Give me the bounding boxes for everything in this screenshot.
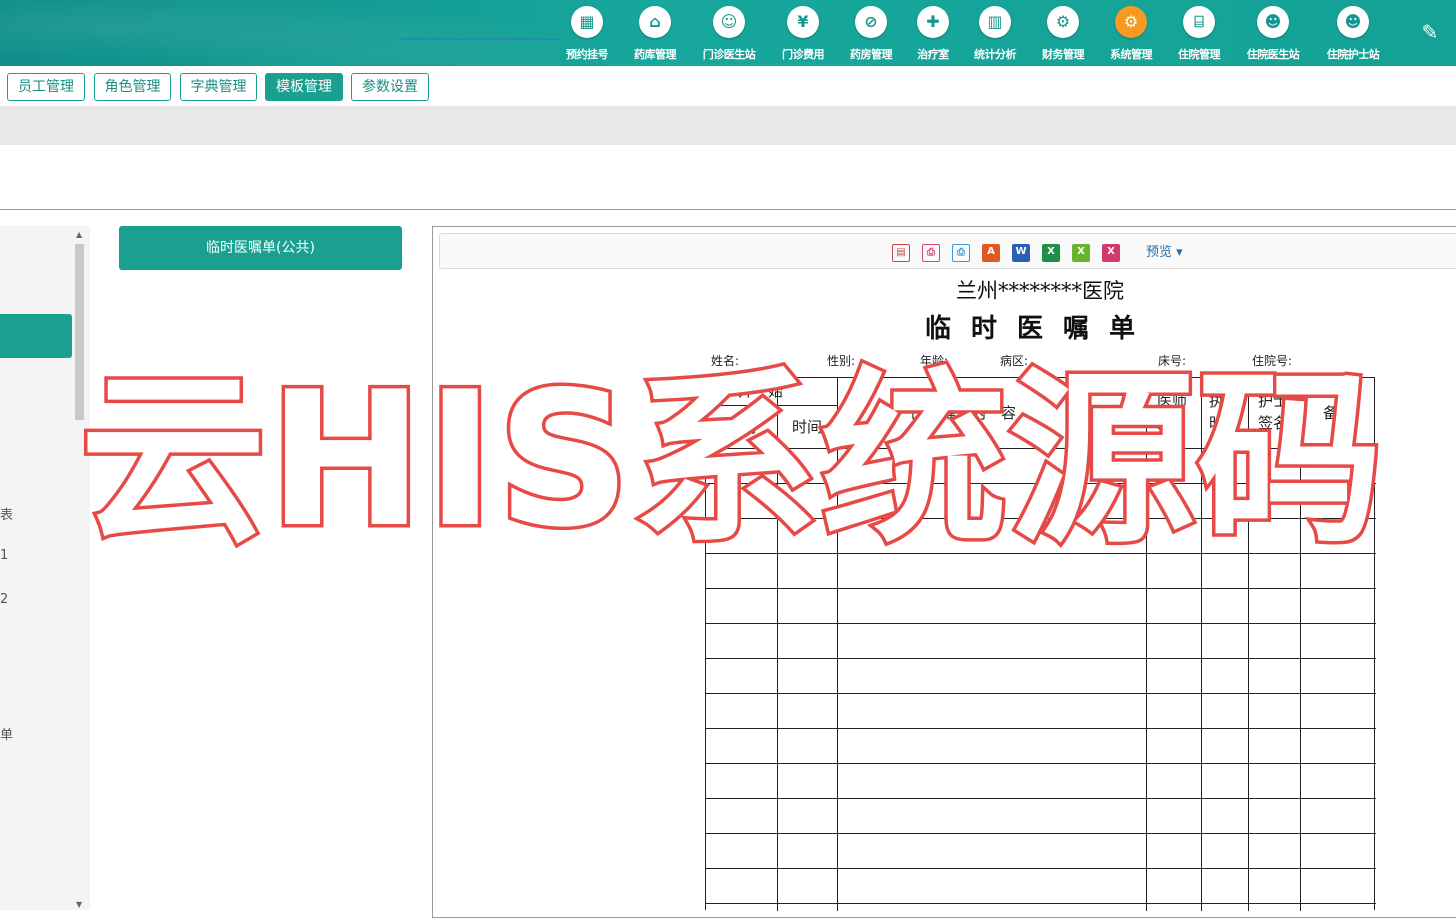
nav-item-inpatient[interactable]: ⌸ 住院管理 bbox=[1164, 6, 1234, 62]
excel-icon[interactable]: X bbox=[1042, 244, 1060, 262]
pharmacy-store-icon: ⌂ bbox=[639, 6, 671, 38]
preview-toolbar: ▤ ⎙ ⎙ A W X X X 预览 ▾ bbox=[439, 233, 1456, 269]
chart-icon: ▥ bbox=[979, 6, 1011, 38]
scroll-down-icon[interactable]: ▼ bbox=[76, 900, 82, 909]
print-preview-icon[interactable]: ⎙ bbox=[952, 244, 970, 262]
template-item-temp-order[interactable]: 临时医嘱单(公共) bbox=[119, 226, 402, 270]
header-decoration bbox=[0, 0, 560, 66]
tab-templates[interactable]: 模板管理 bbox=[265, 73, 343, 101]
tab-parameters[interactable]: 参数设置 bbox=[351, 73, 429, 101]
tab-staff[interactable]: 员工管理 bbox=[7, 73, 85, 101]
finance-gear-icon: ⚙ bbox=[1047, 6, 1079, 38]
nav-item-outpatient-fee[interactable]: ¥ 门诊费用 bbox=[768, 6, 838, 62]
scroll-up-icon[interactable]: ▲ bbox=[76, 230, 82, 239]
nav-item-treatment-room[interactable]: ✚ 治疗室 bbox=[898, 6, 968, 62]
nav-item-outpatient-doctor[interactable]: ☺ 门诊医生站 bbox=[694, 6, 764, 62]
pdf-icon[interactable]: A bbox=[982, 244, 1000, 262]
print-icon[interactable]: ⎙ bbox=[922, 244, 940, 262]
table-divider bbox=[706, 588, 1376, 589]
tree-item-fragment[interactable]: 2 bbox=[0, 592, 8, 607]
bed-icon: ⌸ bbox=[1183, 6, 1215, 38]
nav-item-finance[interactable]: ⚙ 财务管理 bbox=[1028, 6, 1098, 62]
nurse-icon: ☻ bbox=[1337, 6, 1369, 38]
tab-dictionary[interactable]: 字典管理 bbox=[180, 73, 257, 101]
header-decoration-line bbox=[400, 38, 560, 40]
nav-item-statistics[interactable]: ▥ 统计分析 bbox=[960, 6, 1030, 62]
pencil-icon[interactable]: ✎ bbox=[1418, 20, 1442, 44]
hospital-name: 兰州********医院 bbox=[956, 279, 1124, 303]
nav-item-nurse-station[interactable]: ☻ 住院护士站 bbox=[1318, 6, 1388, 62]
tab-roles[interactable]: 角色管理 bbox=[94, 73, 171, 101]
nav-item-inpatient-doctor[interactable]: ☻ 住院医生站 bbox=[1238, 6, 1308, 62]
nav-item-registration[interactable]: ▦ 预约挂号 bbox=[552, 6, 622, 62]
excel-xls-icon[interactable]: X bbox=[1102, 244, 1120, 262]
doctor-icon: ☺ bbox=[713, 6, 745, 38]
registration-icon: ▦ bbox=[571, 6, 603, 38]
document-title: 临时医嘱单 bbox=[924, 314, 1155, 344]
table-divider bbox=[706, 763, 1376, 764]
table-divider bbox=[706, 798, 1376, 799]
tree-item-fragment[interactable]: 表 bbox=[0, 504, 13, 523]
nav-item-pharmacy[interactable]: ⊘ 药房管理 bbox=[836, 6, 906, 62]
table-divider bbox=[706, 693, 1376, 694]
preview-dropdown[interactable]: 预览 ▾ bbox=[1146, 244, 1183, 262]
table-divider bbox=[706, 623, 1376, 624]
watermark-overlay: 云HIS系统源码 bbox=[77, 348, 1387, 572]
yen-icon: ¥ bbox=[787, 6, 819, 38]
word-icon[interactable]: W bbox=[1012, 244, 1030, 262]
pill-icon: ⊘ bbox=[855, 6, 887, 38]
table-divider bbox=[706, 658, 1376, 659]
treatment-icon: ✚ bbox=[917, 6, 949, 38]
table-divider bbox=[706, 833, 1376, 834]
sub-tab-bar: 员工管理 角色管理 字典管理 模板管理 参数设置 bbox=[0, 66, 1456, 106]
section-divider bbox=[0, 209, 1456, 210]
breadcrumb-bar bbox=[0, 106, 1456, 145]
inpatient-doctor-icon: ☻ bbox=[1257, 6, 1289, 38]
system-gear-icon: ⚙ bbox=[1115, 6, 1147, 38]
table-divider bbox=[706, 728, 1376, 729]
tree-item-fragment[interactable]: 单 bbox=[0, 724, 13, 743]
tree-item-fragment[interactable]: 1 bbox=[0, 548, 8, 563]
table-divider bbox=[706, 868, 1376, 869]
page-setup-icon[interactable]: ▤ bbox=[892, 244, 910, 262]
nav-item-pharmacy-store[interactable]: ⌂ 药库管理 bbox=[620, 6, 690, 62]
nav-item-system[interactable]: ⚙ 系统管理 bbox=[1096, 6, 1166, 62]
excel-alt-icon[interactable]: X bbox=[1072, 244, 1090, 262]
table-divider bbox=[706, 903, 1376, 904]
top-nav-bar: ▦ 预约挂号 ⌂ 药库管理 ☺ 门诊医生站 ¥ 门诊费用 ⊘ 药房管理 ✚ 治疗… bbox=[0, 0, 1456, 66]
